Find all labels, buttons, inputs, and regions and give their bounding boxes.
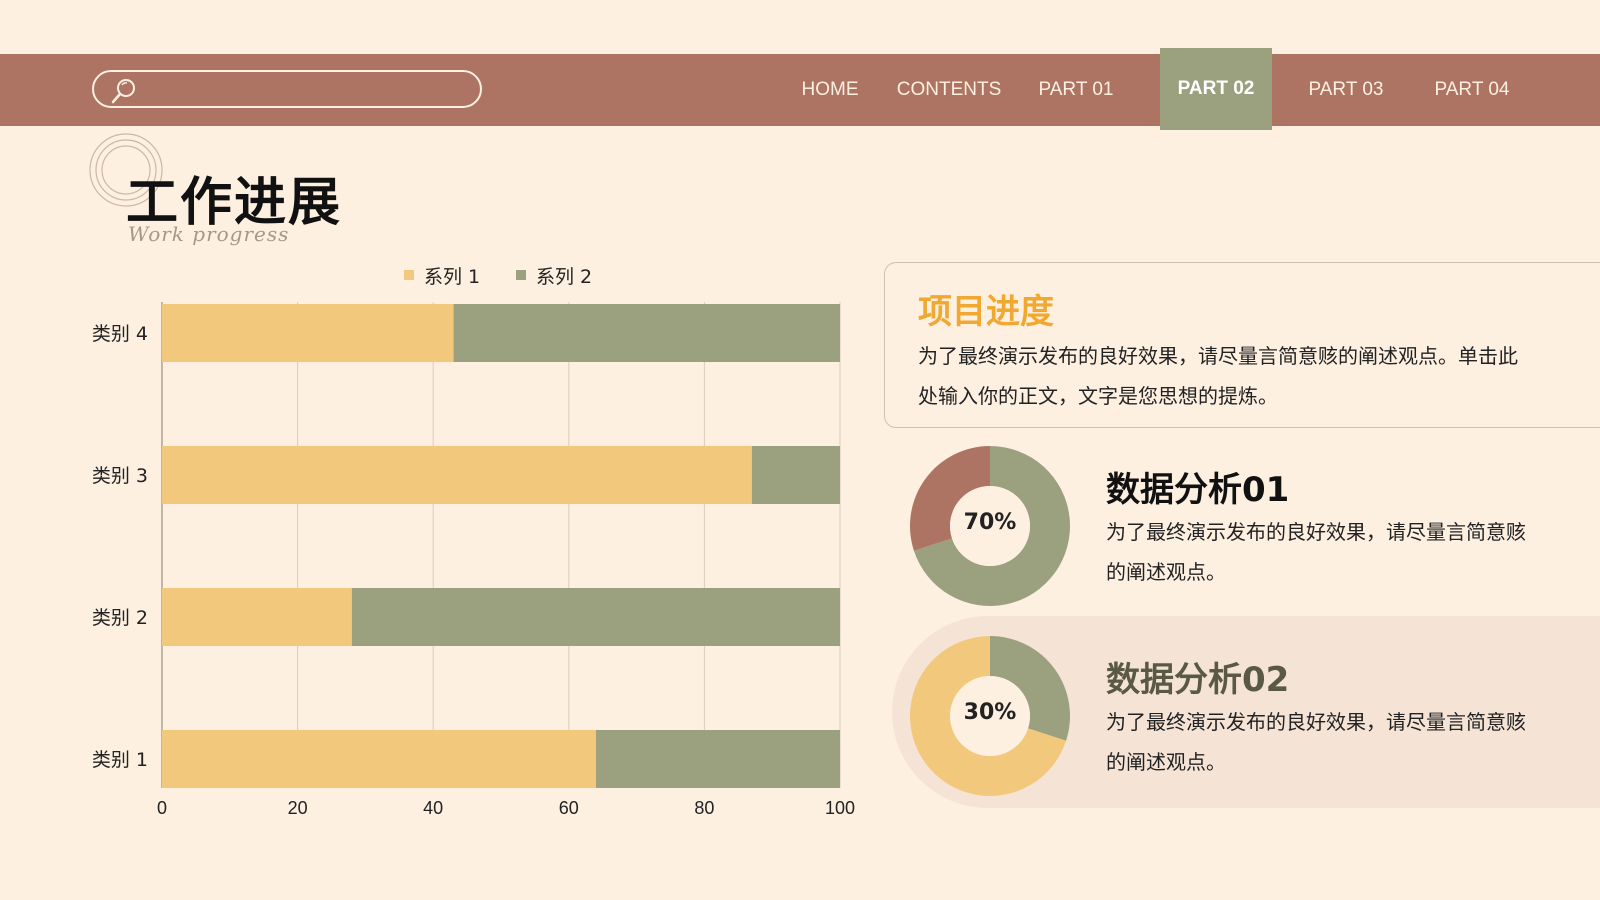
nav-contents[interactable]: CONTENTS <box>890 54 1008 126</box>
analysis-02-text: 为了最终演示发布的良好效果，请尽量言简意赅的阐述观点。 <box>1106 710 1526 774</box>
bar-segment <box>751 446 840 504</box>
x-tick-label: 40 <box>423 798 443 818</box>
nav-part-03[interactable]: PART 03 <box>1298 54 1394 126</box>
nav-part-01[interactable]: PART 01 <box>1030 54 1122 126</box>
x-tick-label: 80 <box>694 798 714 818</box>
bar-segment <box>351 588 840 646</box>
bar-segment <box>453 304 840 362</box>
progress-bar-chart: 0 20 40 60 80 100 类别 1 类别 2 类别 3 类别 4 系列 1 系列 2 <box>92 266 855 818</box>
project-progress-text: 为了最终演示发布的良好效果，请尽量言简意赅的阐述观点。单击此处输入你的正文，文字… <box>918 344 1518 408</box>
bar-segment <box>162 588 352 646</box>
nav-part-04[interactable]: PART 04 <box>1424 54 1520 126</box>
y-category-label: 类别 1 <box>92 749 148 771</box>
y-category-label: 类别 4 <box>92 323 148 345</box>
project-progress-title: 项目进度 <box>918 292 1054 332</box>
bar-segment <box>162 446 752 504</box>
legend-swatch <box>404 270 414 280</box>
x-tick-label: 60 <box>559 798 579 818</box>
legend-label: 系列 1 <box>424 266 480 288</box>
x-tick-label: 100 <box>825 798 855 818</box>
analysis-01-title: 数据分析01 <box>1106 470 1290 510</box>
legend-swatch <box>516 270 526 280</box>
analysis-01-text: 为了最终演示发布的良好效果，请尽量言简意赅的阐述观点。 <box>1106 520 1526 584</box>
analysis-01-percent: 70% <box>963 510 1017 535</box>
nav-part-02[interactable]: PART 02 <box>1160 48 1272 130</box>
legend-label: 系列 2 <box>536 266 592 288</box>
y-category-label: 类别 2 <box>92 607 148 629</box>
x-tick-label: 20 <box>288 798 308 818</box>
analysis-02-percent: 30% <box>963 700 1017 725</box>
analysis-02-title: 数据分析02 <box>1106 660 1290 700</box>
bar-segment <box>162 304 454 362</box>
bar-segment <box>595 730 840 788</box>
y-category-label: 类别 3 <box>92 465 148 487</box>
x-tick-label: 0 <box>157 798 167 818</box>
bar-segment <box>162 730 596 788</box>
